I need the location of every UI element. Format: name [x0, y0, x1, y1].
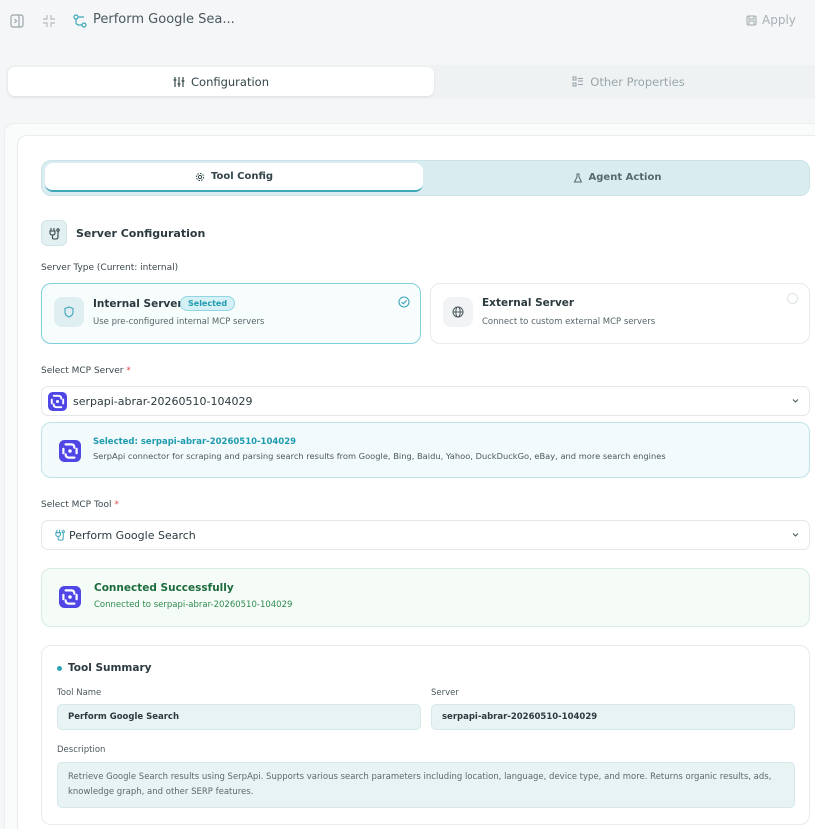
external-server-name: External Server — [482, 297, 575, 309]
mcp-server-label-text: Select MCP Server — [41, 366, 124, 376]
tool-name-label: Tool Name — [57, 688, 102, 698]
selected-server-title: Selected: serpapi-abrar-20260510-104029 — [93, 437, 297, 447]
apply-label: Apply — [762, 13, 796, 27]
bullet-dot — [57, 665, 62, 671]
chevron-down-icon — [792, 533, 799, 537]
internal-server-desc: Use pre-configured internal MCP servers — [93, 317, 265, 327]
save-icon — [746, 14, 757, 26]
gear-icon — [195, 172, 205, 181]
tab-agent-action-label: Agent Action — [588, 172, 662, 183]
external-server-desc: Connect to custom external MCP servers — [482, 317, 656, 327]
tool-summary: Tool Summary Tool Name Perform Google Se… — [41, 645, 810, 825]
tab-other-properties-label: Other Properties — [590, 74, 685, 89]
mcp-tool-select[interactable]: Perform Google Search — [41, 520, 810, 550]
tab-agent-action[interactable]: Agent Action — [426, 163, 808, 192]
mcp-tool-label: Select MCP Tool * — [41, 500, 119, 510]
server-field: serpapi-abrar-20260510-104029 — [431, 704, 795, 730]
section-title: Server Configuration — [76, 226, 206, 240]
required-mark: * — [114, 500, 119, 510]
collapse-icon[interactable] — [42, 13, 56, 32]
flask-icon — [573, 173, 582, 182]
check-circle-icon — [398, 293, 410, 312]
workflow-node-icon — [73, 13, 87, 32]
external-server-option[interactable]: External Server Connect to custom extern… — [430, 283, 810, 344]
server-type-label: Server Type (Current: internal) — [41, 263, 179, 273]
tab-other-properties[interactable]: Other Properties — [436, 67, 815, 96]
chevron-down-icon — [792, 399, 799, 403]
tool-summary-heading: Tool Summary — [57, 662, 151, 674]
globe-icon — [443, 297, 473, 327]
plug-icon — [41, 220, 67, 246]
config-subtabs: Tool Config Agent Action — [41, 160, 810, 196]
mcp-tool-value: Perform Google Search — [69, 528, 196, 542]
tab-configuration-label: Configuration — [191, 74, 269, 89]
internal-server-name: Internal Server — [93, 298, 183, 310]
mcp-server-label: Select MCP Server * — [41, 366, 131, 376]
apply-button[interactable]: Apply — [746, 13, 796, 27]
selected-server-info: Selected: serpapi-abrar-20260510-104029 … — [41, 422, 810, 478]
tab-configuration[interactable]: Configuration — [8, 67, 434, 96]
serpapi-logo-icon — [59, 440, 81, 462]
serpapi-logo-icon — [59, 586, 81, 608]
sliders-icon — [173, 76, 185, 87]
required-mark: * — [126, 366, 131, 376]
description-field: Retrieve Google Search results using Ser… — [57, 762, 795, 808]
list-icon — [572, 75, 584, 87]
main-tabs: Configuration Other Properties — [6, 65, 815, 99]
internal-server-option[interactable]: Internal Server Selected Use pre-configu… — [41, 283, 421, 344]
shield-icon — [54, 297, 84, 327]
description-label: Description — [57, 745, 106, 755]
tool-name-field: Perform Google Search — [57, 704, 421, 730]
plug-icon — [55, 529, 65, 541]
server-configuration-heading: Server Configuration — [41, 220, 205, 246]
node-title: Perform Google Sea... — [93, 12, 235, 27]
serpapi-logo-icon — [48, 391, 67, 411]
tab-tool-config[interactable]: Tool Config — [45, 163, 423, 192]
selected-server-desc: SerpApi connector for scraping and parsi… — [93, 451, 666, 461]
connection-status: Connected Successfully Connected to serp… — [41, 568, 810, 627]
server-label: Server — [431, 688, 459, 698]
mcp-server-select[interactable]: serpapi-abrar-20260510-104029 — [41, 386, 810, 416]
connection-detail: Connected to serpapi-abrar-20260510-1040… — [94, 600, 293, 610]
connection-title: Connected Successfully — [94, 582, 234, 594]
tool-summary-title: Tool Summary — [68, 662, 152, 674]
mcp-server-value: serpapi-abrar-20260510-104029 — [73, 394, 253, 408]
selected-badge: Selected — [180, 296, 236, 311]
tab-tool-config-label: Tool Config — [210, 171, 274, 182]
mcp-tool-label-text: Select MCP Tool — [41, 500, 112, 510]
top-bar: Perform Google Sea... Apply — [0, 0, 815, 42]
radio-button[interactable] — [787, 293, 798, 304]
sidebar-toggle-icon[interactable] — [10, 13, 24, 32]
